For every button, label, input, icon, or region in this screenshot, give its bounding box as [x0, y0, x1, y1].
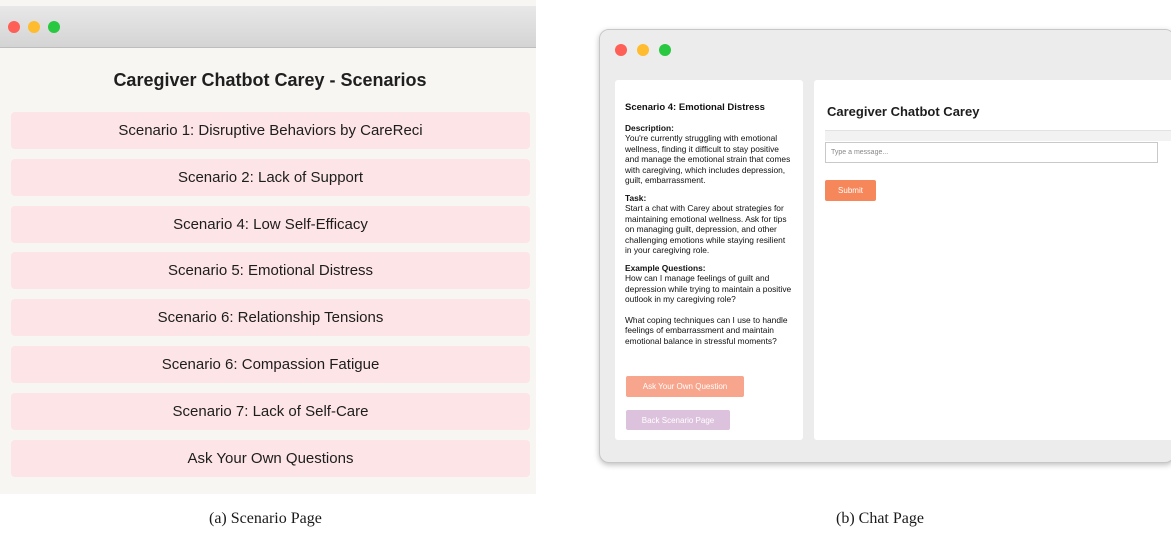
minimize-window-icon[interactable]	[637, 44, 649, 56]
scenario-6-relationship-button[interactable]: Scenario 6: Relationship Tensions	[11, 299, 530, 337]
ask-own-question-button[interactable]: Ask Your Own Question	[626, 376, 744, 397]
scenario-info-panel: Scenario 4: Emotional Distress Descripti…	[615, 80, 803, 440]
caption-scenario-page: (a) Scenario Page	[209, 510, 322, 527]
scenario-4-button[interactable]: Scenario 4: Low Self-Efficacy	[11, 205, 530, 243]
submit-button[interactable]: Submit	[825, 180, 876, 201]
example-question-2: What coping techniques can I use to hand…	[625, 314, 788, 346]
scenario-page-window: Caregiver Chatbot Carey - Scenarios Scen…	[0, 0, 536, 494]
scenario-2-button[interactable]: Scenario 2: Lack of Support	[11, 158, 530, 196]
close-window-icon[interactable]	[615, 44, 627, 56]
chat-window-titlebar	[600, 30, 1171, 74]
chat-panel: Caregiver Chatbot Carey Submit	[814, 80, 1171, 440]
scenario-title: Scenario 4: Emotional Distress	[625, 102, 765, 113]
chat-title: Caregiver Chatbot Carey	[827, 104, 980, 119]
example-questions-label: Example Questions:	[625, 262, 706, 273]
chat-page-window: Scenario 4: Emotional Distress Descripti…	[599, 29, 1171, 463]
caption-chat-page: (b) Chat Page	[836, 510, 924, 527]
description-label: Description:	[625, 122, 674, 133]
close-window-icon[interactable]	[8, 21, 20, 33]
chat-log	[825, 130, 1171, 141]
maximize-window-icon[interactable]	[659, 44, 671, 56]
task-label: Task:	[625, 192, 647, 203]
scenario-window-titlebar	[0, 6, 536, 48]
example-question-1: How can I manage feelings of guilt and d…	[625, 273, 792, 305]
scenario-1-button[interactable]: Scenario 1: Disruptive Behaviors by Care…	[11, 112, 530, 149]
scenario-6-compassion-button[interactable]: Scenario 6: Compassion Fatigue	[11, 345, 530, 383]
scenario-list: Scenario 1: Disruptive Behaviors by Care…	[11, 112, 530, 486]
scenarios-page-title: Caregiver Chatbot Carey - Scenarios	[113, 70, 427, 90]
scenario-7-button[interactable]: Scenario 7: Lack of Self-Care	[11, 392, 530, 430]
task-text: Start a chat with Carey about strategies…	[625, 203, 787, 256]
ask-own-questions-button[interactable]: Ask Your Own Questions	[11, 439, 530, 477]
maximize-window-icon[interactable]	[48, 21, 60, 33]
back-scenario-page-button[interactable]: Back Scenario Page	[626, 410, 730, 430]
message-input[interactable]	[825, 142, 1158, 163]
minimize-window-icon[interactable]	[28, 21, 40, 33]
description-text: You're currently struggling with emotion…	[625, 133, 791, 186]
scenario-5-button[interactable]: Scenario 5: Emotional Distress	[11, 252, 530, 290]
